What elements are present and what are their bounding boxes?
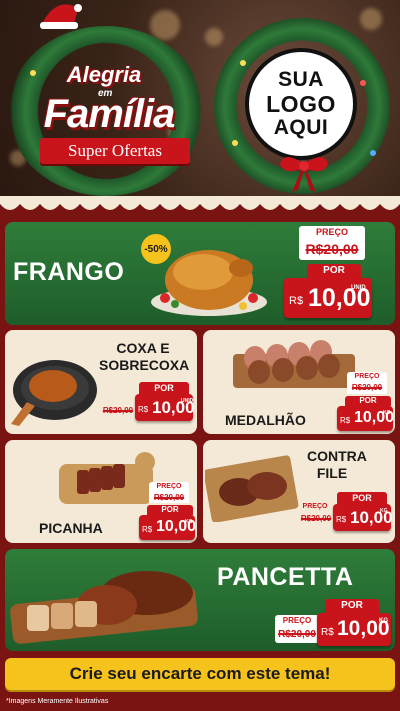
currency: R$ (321, 627, 334, 638)
price-unit: KG (380, 508, 388, 514)
product-card-medalhao[interactable]: PREÇO R$20,00 POR MEDALHÃO R$ 10,00 KG (203, 330, 395, 434)
new-price: R$ 10,00 UNID (135, 394, 195, 421)
price-label: PREÇO (275, 615, 319, 627)
wreath-light (232, 140, 238, 146)
por-label: POR (345, 396, 391, 406)
por-label: POR (337, 492, 387, 504)
new-price: R$ 10,00 KG (337, 406, 394, 431)
new-price: R$ 10,00 UNID (284, 278, 372, 318)
product-card-picanha[interactable]: PREÇO R$20,00 POR PICANHA R$ 10,00 KG (5, 440, 197, 543)
price-unit: KG (383, 410, 391, 416)
old-price-box: R$20,00 (275, 627, 319, 643)
currency: R$ (340, 416, 351, 425)
cta-text: Crie seu encarte com este tema! (69, 664, 331, 683)
cta-banner[interactable]: Crie seu encarte com este tema! (5, 658, 395, 690)
old-price: R$20,00 (305, 241, 359, 257)
wreath-light (370, 150, 376, 156)
old-price: R$20,00 (300, 514, 332, 523)
bokeh-light (150, 10, 180, 40)
logo-line: LOGO (266, 91, 336, 117)
old-price: R$20,00 (102, 406, 134, 415)
price-label: PREÇO (347, 372, 387, 382)
price-unit: UNID (351, 285, 366, 291)
old-price: R$20,00 (153, 493, 185, 502)
price-label: PREÇO (149, 482, 189, 492)
scalloped-border (0, 196, 400, 210)
santa-hat-icon (40, 4, 82, 29)
price-label: PREÇO (302, 503, 328, 510)
medallion-skewers-image (233, 340, 355, 388)
product-name: COXA E SOBRECOXA (99, 340, 190, 373)
por-label: POR (147, 505, 193, 515)
disclaimer-text: *Imagens Meramente Ilustrativas (6, 698, 109, 705)
bokeh-light (360, 8, 382, 30)
old-price-box: R$20,00 (149, 492, 189, 503)
pancetta-board-image (10, 571, 198, 644)
por-label: POR (139, 382, 189, 394)
product-card-contrafile[interactable]: CONTRA FILE POR PREÇO R$20,00 R$ 10,00 K… (203, 440, 395, 543)
product-card-coxa[interactable]: COXA E SOBRECOXA POR R$20,00 R$ 10,00 UN… (5, 330, 197, 434)
wreath-light (360, 80, 366, 86)
product-name: CONTRA FILE (307, 448, 367, 481)
picanha-board-image (59, 452, 155, 504)
old-price-box: R$20,00 (347, 382, 387, 394)
header-banner: Alegria em Família Super Ofertas SUA LOG… (0, 0, 400, 205)
price-label: PREÇO (299, 226, 365, 239)
super-ofertas-ribbon: Super Ofertas (40, 138, 190, 164)
price-unit: UNID (181, 398, 194, 404)
new-price: R$ 10,00 KG (139, 515, 196, 540)
por-label: POR (307, 264, 361, 278)
wreath-light (240, 60, 246, 66)
ribbon-text: Super Ofertas (68, 141, 162, 160)
product-name: MEDALHÃO (225, 412, 306, 428)
logo-line: AQUI (273, 116, 329, 139)
product-name: FRANGO (13, 258, 125, 286)
brand-title-line2: Família (43, 92, 176, 136)
logo-line: SUA (278, 68, 324, 91)
product-name: PANCETTA (217, 563, 354, 591)
por-label: POR (325, 599, 379, 613)
bokeh-light (205, 28, 223, 46)
contra-file-board-image (205, 455, 299, 522)
currency: R$ (138, 405, 149, 414)
currency: R$ (336, 515, 347, 524)
new-price: R$ 10,00 KG (317, 613, 391, 646)
old-price: R$20,00 (278, 629, 316, 640)
product-card-pancetta[interactable]: PANCETTA POR PREÇO R$20,00 R$ 10,00 KG (5, 549, 395, 651)
new-price: R$ 10,00 KG (333, 504, 393, 531)
price-unit: KG (185, 519, 193, 525)
currency: R$ (142, 525, 153, 534)
chicken-thigh-pan-image (11, 360, 97, 426)
old-price: R$20,00 (351, 383, 383, 392)
brand-title-line1: Alegria (66, 62, 142, 87)
logo-placeholder: SUA LOGO AQUI (245, 48, 357, 160)
price-unit: KG (379, 618, 388, 624)
currency: R$ (289, 295, 304, 307)
product-name: PICANHA (39, 520, 103, 536)
discount-badge: -50% (141, 234, 171, 264)
red-bow-icon (280, 157, 328, 192)
product-card-frango[interactable]: FRANGO -50% PREÇO R$20,00 POR R$ 10,00 U… (5, 222, 395, 325)
old-price-box: R$20,00 (299, 239, 365, 260)
